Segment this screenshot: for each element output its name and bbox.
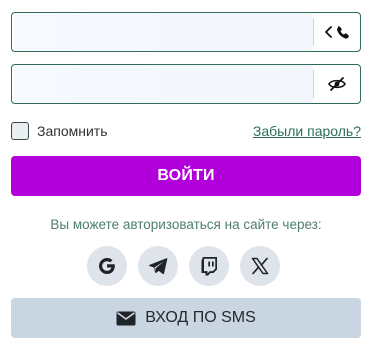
- phone-action-button[interactable]: [314, 13, 360, 51]
- eye-slash-icon: [328, 77, 346, 91]
- telegram-icon: [148, 257, 168, 275]
- telegram-login-button[interactable]: [138, 246, 178, 286]
- twitch-login-button[interactable]: [189, 246, 229, 286]
- password-field: [11, 64, 361, 104]
- phone-field: [11, 12, 361, 52]
- password-input[interactable]: [14, 65, 313, 103]
- remember-row: Запомнить Забыли пароль?: [11, 120, 361, 142]
- login-form: Запомнить Забыли пароль? ВОЙТИ Вы можете…: [0, 0, 374, 351]
- sms-login-label: ВХОД ПО SMS: [145, 309, 256, 326]
- envelope-icon: [116, 311, 136, 326]
- sms-login-button[interactable]: ВХОД ПО SMS: [11, 298, 361, 338]
- remember-control[interactable]: Запомнить: [11, 122, 108, 140]
- x-icon: [251, 257, 269, 275]
- remember-label: Запомнить: [37, 123, 108, 139]
- social-login-caption: Вы можете авторизоваться на сайте через:: [50, 217, 322, 232]
- remember-checkbox[interactable]: [11, 122, 29, 140]
- login-button[interactable]: ВОЙТИ: [11, 156, 361, 196]
- x-login-button[interactable]: [240, 246, 280, 286]
- google-icon: [97, 256, 117, 276]
- chevron-phone-icon: [324, 25, 350, 39]
- phone-input[interactable]: [14, 13, 313, 51]
- twitch-icon: [200, 256, 218, 276]
- social-login-row: [87, 246, 280, 286]
- forgot-password-link[interactable]: Забыли пароль?: [253, 123, 361, 139]
- toggle-password-button[interactable]: [314, 65, 360, 103]
- google-login-button[interactable]: [87, 246, 127, 286]
